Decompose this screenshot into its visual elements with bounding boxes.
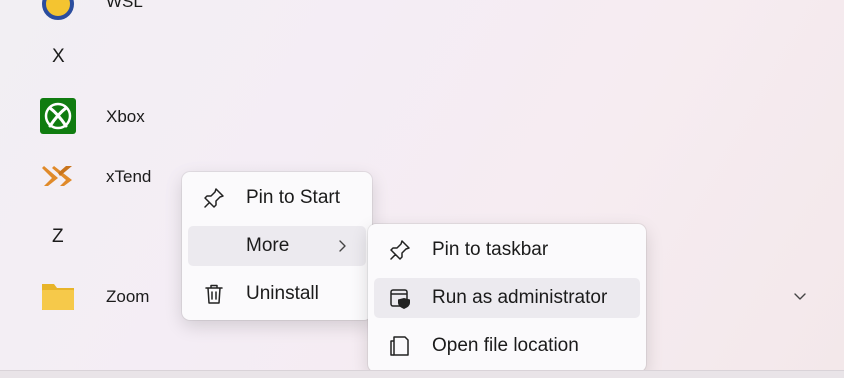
pin-icon — [390, 240, 410, 260]
bottom-strip — [0, 370, 844, 378]
folder-icon — [42, 284, 74, 310]
context-menu: Pin to Start More Uninstall — [182, 172, 372, 320]
menu-item-label: Pin to taskbar — [432, 239, 549, 260]
xtend-icon — [42, 166, 72, 186]
app-list-item-wsl[interactable]: WSL — [0, 0, 844, 36]
app-label: Xbox — [106, 107, 145, 126]
shield-window-icon — [390, 289, 410, 309]
app-label: Zoom — [106, 287, 150, 306]
submenu: Pin to taskbar Run as administrator Open… — [368, 224, 646, 372]
xbox-icon — [40, 98, 76, 134]
menu-item-more[interactable]: More — [188, 226, 366, 266]
menu-item-label: Open file location — [432, 335, 579, 356]
menu-item-open-file-location[interactable]: Open file location — [374, 326, 640, 366]
app-label: WSL — [106, 0, 143, 11]
chevron-down-icon[interactable] — [792, 288, 808, 304]
menu-item-label: Uninstall — [246, 283, 319, 304]
menu-item-label: Pin to Start — [246, 187, 340, 208]
chevron-right-icon — [339, 240, 346, 252]
menu-item-pin-to-taskbar[interactable]: Pin to taskbar — [374, 230, 640, 270]
menu-item-label: Run as administrator — [432, 287, 608, 308]
group-header-x[interactable]: X — [52, 46, 65, 68]
file-location-icon — [390, 336, 409, 356]
menu-item-label: More — [246, 235, 290, 256]
app-list-item-xtend[interactable]: xTend — [0, 146, 844, 206]
group-header-z[interactable]: Z — [52, 226, 64, 248]
menu-item-uninstall[interactable]: Uninstall — [188, 274, 366, 314]
menu-item-pin-to-start[interactable]: Pin to Start — [188, 178, 366, 218]
app-label: xTend — [106, 167, 152, 186]
pin-icon — [204, 188, 224, 208]
trash-icon — [205, 284, 223, 304]
app-list-item-xbox[interactable]: Xbox — [0, 86, 844, 146]
wsl-icon — [42, 0, 74, 20]
menu-item-run-as-administrator[interactable]: Run as administrator — [374, 278, 640, 318]
